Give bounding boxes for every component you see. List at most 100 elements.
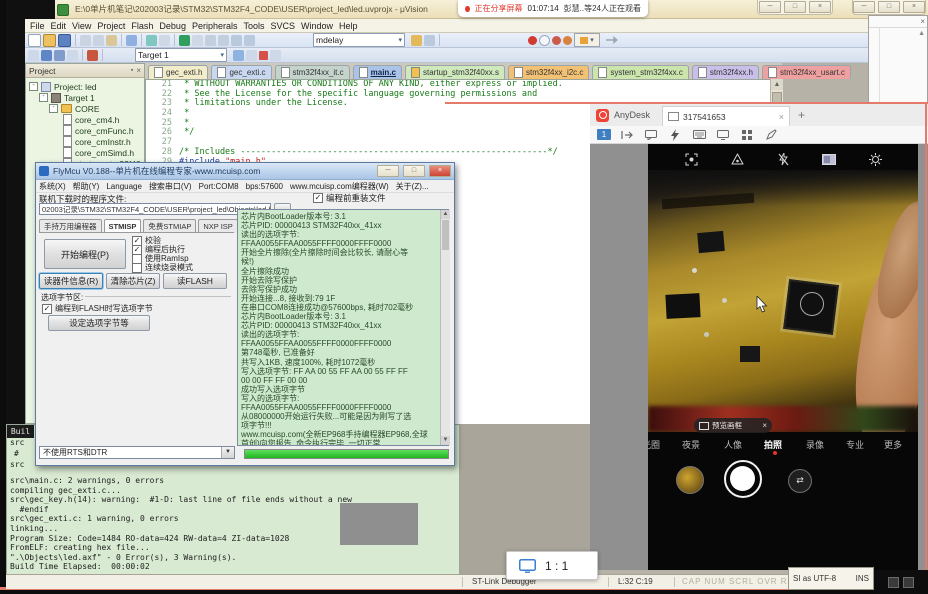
checkbox-icon[interactable] <box>132 263 142 273</box>
read-flash-button[interactable]: 读FLASH <box>163 273 227 289</box>
record-icon[interactable] <box>528 36 537 45</box>
flymcu-menu-programmer[interactable]: www.mcuisp.com编程器(W) <box>290 181 389 192</box>
open-file-icon[interactable] <box>43 34 56 47</box>
find-combo-arrow-icon[interactable]: ▾ <box>398 36 402 44</box>
mode-night[interactable]: 夜景 <box>682 438 700 451</box>
write-option-bytes-checkbox[interactable]: ✓ 编程到FLASH时写选项字节 <box>42 303 153 314</box>
ai-mode-icon[interactable] <box>730 152 745 167</box>
tray-icon[interactable] <box>888 577 899 588</box>
menu-svcs[interactable]: SVCS <box>268 20 299 32</box>
rts-dtr-select[interactable]: 不使用RTS和DTR ▼ <box>39 446 235 459</box>
shutter-button[interactable] <box>724 460 762 498</box>
save-icon[interactable] <box>58 34 71 47</box>
tree-item-file[interactable]: core_cmSimd.h <box>29 147 144 158</box>
new-session-tab-button[interactable]: + <box>798 108 805 122</box>
build-pane-tab[interactable]: Buil <box>7 425 34 438</box>
filters-icon[interactable] <box>822 152 837 167</box>
maximize-button[interactable]: □ <box>878 1 900 13</box>
build-icon[interactable] <box>41 50 52 61</box>
flash-download-icon[interactable] <box>87 50 98 61</box>
flymcu-menu-system[interactable]: 系统(X) <box>39 181 66 192</box>
uncomment-icon[interactable] <box>244 35 255 46</box>
paste-icon[interactable] <box>106 35 117 46</box>
collapse-icon[interactable]: - <box>49 104 58 113</box>
forward-icon[interactable] <box>159 35 170 46</box>
minimize-button[interactable]: ─ <box>853 1 875 13</box>
smart-scene-icon[interactable] <box>684 152 699 167</box>
new-connection-icon[interactable] <box>619 128 635 142</box>
menu-tools[interactable]: Tools <box>240 20 267 32</box>
indent-icon[interactable] <box>205 35 216 46</box>
panel-close-icon[interactable]: × <box>920 17 925 26</box>
preview-frame-pill[interactable]: 预览画框 × <box>694 418 772 433</box>
read-device-info-button[interactable]: 读器件信息(R) <box>39 273 103 289</box>
flymcu-menu-bps[interactable]: bps:57600 <box>246 182 283 191</box>
editor-tab-stm32f4xx-it-c[interactable]: stm32f4xx_it.c <box>275 65 350 79</box>
display-settings-icon[interactable] <box>715 128 731 142</box>
find-in-files-icon[interactable] <box>411 35 422 46</box>
tab-close-icon[interactable]: × <box>779 112 784 122</box>
menu-peripherals[interactable]: Peripherals <box>189 20 241 32</box>
flymcu-close-button[interactable]: × <box>429 165 451 177</box>
flymcu-menu-help[interactable]: 帮助(Y) <box>73 181 100 192</box>
collapse-icon[interactable]: - <box>39 93 48 102</box>
tray-icon[interactable] <box>903 577 914 588</box>
flymcu-tab-universal[interactable]: 手持万用编程器 <box>39 219 102 233</box>
permissions-icon[interactable] <box>739 128 755 142</box>
monitor-1-badge[interactable]: 1 <box>597 129 611 140</box>
flash-off-icon[interactable] <box>776 152 791 167</box>
scroll-up-icon[interactable]: ▲ <box>441 210 450 219</box>
target-options-icon[interactable] <box>233 50 244 61</box>
configure-wrench-icon[interactable] <box>606 36 618 44</box>
scroll-down-icon[interactable]: ▼ <box>441 436 450 445</box>
flymcu-reload-checkbox[interactable]: ✓ 编程前重装文件 <box>313 192 386 204</box>
cut-icon[interactable] <box>80 35 91 46</box>
project-close-icon[interactable]: × <box>136 66 141 75</box>
comment-icon[interactable] <box>231 35 242 46</box>
editor-tab-startup-s[interactable]: startup_stm32f40xx.s <box>405 65 505 79</box>
translate-icon[interactable] <box>28 50 39 61</box>
close-button[interactable]: × <box>903 1 925 13</box>
tree-item-core-group[interactable]: - CORE <box>29 103 144 114</box>
menu-edit[interactable]: Edit <box>48 20 70 32</box>
chat-icon[interactable] <box>643 128 659 142</box>
log-scrollbar[interactable]: ▲ ▼ <box>440 210 450 445</box>
start-programming-button[interactable]: 开始编程(P) <box>44 239 126 269</box>
flymcu-tab-stmiap[interactable]: 免费STMIAP <box>143 219 196 233</box>
mode-portrait[interactable]: 人像 <box>724 438 742 451</box>
scroll-up-icon[interactable]: ▲ <box>771 79 783 90</box>
tree-item-file[interactable]: core_cmInstr.h <box>29 136 144 147</box>
flymcu-minimize-button[interactable]: ─ <box>377 165 399 177</box>
search-icon[interactable] <box>424 35 435 46</box>
settings-gear-icon[interactable] <box>868 152 883 167</box>
flymcu-menu-language[interactable]: Language <box>106 182 142 191</box>
breakpoint-icon[interactable] <box>539 35 550 46</box>
project-panel-header[interactable]: Project ▪ × <box>26 64 144 78</box>
target-select-combo[interactable]: Target 1 ▾ <box>135 48 227 62</box>
menu-help[interactable]: Help <box>336 20 361 32</box>
mode-more[interactable]: 更多 <box>884 438 902 451</box>
actions-lightning-icon[interactable] <box>667 128 683 142</box>
flymcu-tab-stmisp[interactable]: STMISP <box>104 219 142 233</box>
menu-view[interactable]: View <box>69 20 94 32</box>
find-combo[interactable]: mdelay ▾ <box>313 33 405 47</box>
tree-item-target[interactable]: - Target 1 <box>29 92 144 103</box>
set-option-bytes-button[interactable]: 设定选项字节等 <box>48 315 150 331</box>
pill-close-icon[interactable]: × <box>762 421 767 430</box>
menu-debug[interactable]: Debug <box>156 20 189 32</box>
editor-tab-stm32f4xx-usart-c[interactable]: stm32f4xx_usart.c <box>762 65 851 79</box>
flymcu-menu-search-port[interactable]: 搜索串口(V) <box>149 181 192 192</box>
checkbox-icon[interactable]: ✓ <box>313 193 323 203</box>
zoom-ring[interactable] <box>800 292 824 316</box>
copy-icon[interactable] <box>93 35 104 46</box>
minimize-button[interactable]: ─ <box>759 1 781 13</box>
back-icon[interactable] <box>146 35 157 46</box>
mode-aperture[interactable]: 光圈 <box>648 438 660 451</box>
periodic-update-icon[interactable] <box>270 50 281 61</box>
editor-tab-gec-exti-c[interactable]: gec_exti.c <box>211 65 271 79</box>
option-continuous[interactable]: 连续烧录模式 <box>132 262 193 273</box>
project-pin-icon[interactable]: ▪ <box>131 67 133 74</box>
rebuild-icon[interactable] <box>54 50 65 61</box>
new-file-icon[interactable] <box>28 34 41 47</box>
editor-tab-gec-exti-h[interactable]: gec_exti.h <box>148 65 208 79</box>
